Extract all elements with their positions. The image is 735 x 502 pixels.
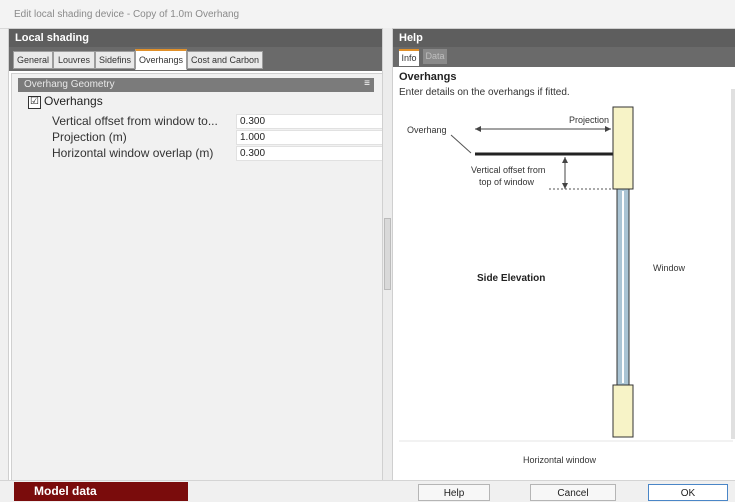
tab-sidefins[interactable]: Sidefins — [95, 51, 135, 69]
window-title-bar: Edit local shading device - Copy of 1.0m… — [0, 0, 735, 29]
overhang-label: Overhang — [407, 125, 447, 135]
help-header: Help — [393, 29, 735, 47]
group-title: Overhang Geometry — [24, 79, 115, 90]
diagram-background — [399, 101, 733, 471]
overhangs-checkbox[interactable]: ☑ — [28, 96, 41, 109]
tab-cost-and-carbon[interactable]: Cost and Carbon — [187, 51, 263, 69]
tab-strip: General Louvres Sidefins Overhangs Cost … — [9, 47, 383, 71]
help-title: Overhangs — [399, 71, 457, 83]
cancel-button[interactable]: Cancel — [530, 484, 616, 501]
help-tab-strip: Info Data — [393, 47, 735, 67]
help-button[interactable]: Help — [418, 484, 490, 501]
window-title: Edit local shading device - Copy of 1.0m… — [14, 9, 240, 20]
collapse-icon[interactable]: ≡ — [364, 78, 370, 89]
tab-louvres[interactable]: Louvres — [53, 51, 95, 69]
side-elevation-label: Side Elevation — [477, 273, 545, 284]
window-label: Window — [653, 263, 686, 273]
help-scrollbar[interactable] — [731, 89, 735, 439]
local-shading-header: Local shading — [9, 29, 383, 47]
model-data-tab[interactable]: Model data — [14, 482, 188, 501]
tab-overhangs[interactable]: Overhangs — [135, 49, 187, 70]
lower-wall-block — [612, 384, 634, 438]
projection-input[interactable]: 1.000 — [236, 130, 384, 145]
projection-label-text: Projection — [569, 115, 609, 125]
horizontal-overlap-input[interactable]: 0.300 — [236, 146, 384, 161]
tab-general[interactable]: General — [13, 51, 53, 69]
projection-label: Projection (m) — [52, 130, 127, 144]
panel-title: Local shading — [15, 32, 89, 44]
tab-content: Overhang Geometry ≡ ☑ Overhangs Vertical… — [11, 73, 384, 483]
tab-info[interactable]: Info — [399, 49, 419, 66]
horizontal-window-label: Horizontal window — [523, 455, 597, 465]
horizontal-overlap-label: Horizontal window overlap (m) — [52, 146, 214, 160]
tab-data[interactable]: Data — [423, 49, 447, 64]
offset-label-line2: top of window — [479, 177, 535, 187]
overhang-geometry-group-header[interactable]: Overhang Geometry ≡ — [18, 78, 374, 92]
model-data-label: Model data — [34, 484, 97, 498]
vertical-offset-label: Vertical offset from window to... — [52, 114, 218, 128]
help-panel-title: Help — [399, 32, 423, 44]
ok-button[interactable]: OK — [648, 484, 728, 501]
overhang-diagram: Overhang Projection Vertical offset from… — [399, 101, 733, 471]
overhangs-checkbox-label[interactable]: Overhangs — [44, 94, 103, 108]
upper-wall-block — [612, 106, 634, 190]
vertical-offset-input[interactable]: 0.300 — [236, 114, 384, 129]
help-intro: Enter details on the overhangs if fitted… — [399, 87, 570, 98]
local-shading-panel: Local shading General Louvres Sidefins O… — [8, 28, 384, 483]
offset-label-line1: Vertical offset from — [471, 165, 545, 175]
help-panel: Help Info Data Overhangs Enter details o… — [392, 28, 735, 482]
splitter-grip[interactable] — [384, 218, 391, 290]
